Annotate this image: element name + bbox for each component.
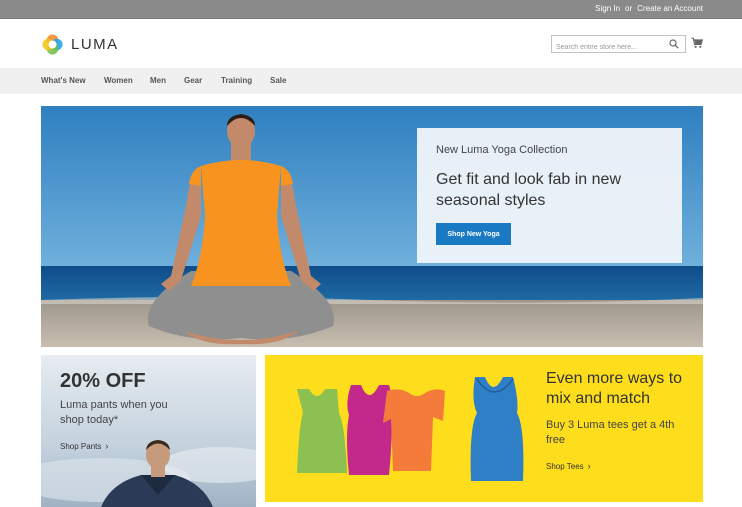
shop-tees-label: Shop Tees <box>546 462 584 471</box>
luma-logo-icon <box>42 33 63 55</box>
chevron-right-icon: › <box>105 441 109 451</box>
chevron-right-icon: › <box>587 461 591 471</box>
sign-in-link[interactable]: Sign In <box>595 4 620 13</box>
create-account-link[interactable]: Create an Account <box>637 4 703 13</box>
promo-tees[interactable]: Even more ways to mix and match Buy 3 Lu… <box>265 355 703 502</box>
shop-new-yoga-button[interactable]: Shop New Yoga <box>436 223 511 245</box>
nav-item-sale[interactable]: Sale <box>270 76 286 85</box>
hero-banner[interactable]: New Luma Yoga Collection Get fit and loo… <box>41 106 703 347</box>
shop-pants-link[interactable]: Shop Pants › <box>60 441 108 451</box>
nav-item-whats-new[interactable]: What's New <box>41 76 86 85</box>
search-box <box>551 35 686 56</box>
hero-title: Get fit and look fab in new seasonal sty… <box>436 171 621 209</box>
logo-text: LUMA <box>71 35 119 53</box>
cart-icon[interactable] <box>691 37 703 49</box>
header: LUMA <box>0 19 742 68</box>
main-nav: What's New Women Men Gear Training Sale <box>0 68 742 94</box>
shop-tees-link[interactable]: Shop Tees › <box>546 461 591 471</box>
search-input[interactable] <box>552 39 664 56</box>
or-separator: or <box>625 4 633 13</box>
header-links: Sign In or Create an Account <box>595 4 703 13</box>
promo-tees-text: Buy 3 Luma tees get a 4th free <box>546 419 675 446</box>
shop-pants-label: Shop Pants <box>60 442 102 451</box>
logo[interactable]: LUMA <box>41 31 121 57</box>
tees-image <box>297 377 524 481</box>
top-bar: Sign In or Create an Account <box>0 0 742 19</box>
search-icon[interactable] <box>669 39 679 49</box>
promo-pants-headline: 20% OFF <box>60 370 146 392</box>
magenta-tank-shape <box>347 385 393 475</box>
nav-item-women[interactable]: Women <box>104 76 133 85</box>
nav-item-men[interactable]: Men <box>150 76 166 85</box>
promo-tees-headline: Even more ways to mix and match <box>546 370 683 407</box>
promo-pants[interactable]: 20% OFF Luma pants when you shop today* … <box>41 355 256 507</box>
hero-eyebrow: New Luma Yoga Collection <box>436 144 568 156</box>
promo-pants-text: Luma pants when you shop today* <box>60 399 168 426</box>
nav-item-training[interactable]: Training <box>221 76 252 85</box>
blue-tank-shape <box>470 377 524 481</box>
orange-tee-shape <box>383 389 445 471</box>
hero-card: New Luma Yoga Collection Get fit and loo… <box>417 128 682 263</box>
green-tank-shape <box>297 389 347 473</box>
nav-item-gear[interactable]: Gear <box>184 76 202 85</box>
